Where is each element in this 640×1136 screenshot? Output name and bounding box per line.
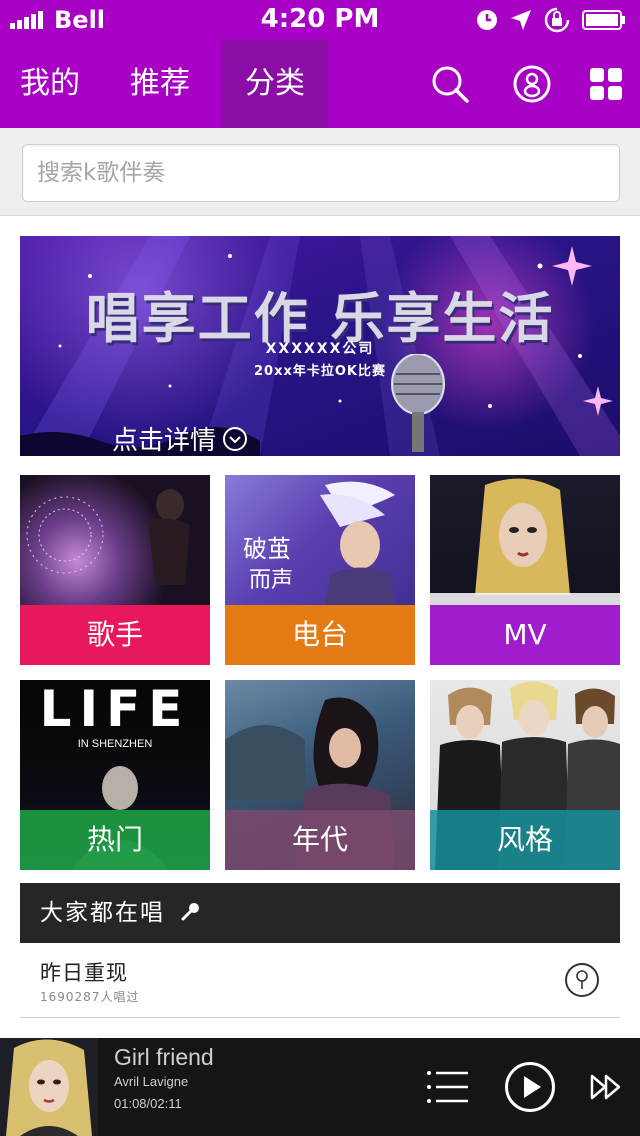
svg-text:破茧: 破茧: [243, 535, 291, 563]
microphone-icon: [181, 903, 200, 921]
playlist-icon[interactable]: [426, 1068, 470, 1106]
status-bar: Bell 4:20 PM: [0, 0, 640, 40]
top-navigation: 我的 推荐 分类: [0, 40, 640, 128]
category-style[interactable]: 风格: [430, 680, 620, 870]
promo-banner[interactable]: 唱享工作 乐享生活 XXXXXX公司 20xx年卡拉OK比赛 点击详情: [20, 236, 620, 456]
category-era[interactable]: 年代: [225, 680, 415, 870]
chevron-down-circle-icon: [223, 426, 248, 451]
banner-details-link[interactable]: 点击详情: [112, 420, 248, 456]
category-radio[interactable]: 破茧 而声 电台: [225, 475, 415, 665]
list-item[interactable]: 昨日重现 1690287人唱过: [20, 943, 620, 1018]
mini-player: Girl friend Avril Lavigne 01:08/02:11: [0, 1038, 640, 1136]
song-sing-count: 1690287人唱过: [40, 990, 140, 1004]
category-radio-label: 电台: [225, 605, 415, 665]
grid-menu-icon[interactable]: [588, 66, 624, 102]
search-icon[interactable]: [430, 64, 470, 104]
search-input[interactable]: 搜索k歌伴奏: [22, 144, 620, 202]
tab-recommend[interactable]: 推荐: [108, 40, 212, 128]
play-icon: [524, 1076, 541, 1098]
album-art[interactable]: [0, 1038, 98, 1136]
category-mv[interactable]: MV: [430, 475, 620, 665]
popular-section-header: 大家都在唱: [20, 883, 620, 943]
player-track-title: Girl friend: [114, 1044, 214, 1070]
banner-company: XXXXXX公司: [265, 341, 375, 357]
tab-category[interactable]: 分类: [222, 40, 328, 128]
profile-icon[interactable]: [512, 64, 552, 104]
search-area: 搜索k歌伴奏: [0, 128, 640, 216]
category-singer[interactable]: 歌手: [20, 475, 210, 665]
popular-section-title: 大家都在唱: [40, 900, 165, 926]
next-track-icon[interactable]: [590, 1072, 622, 1102]
category-style-label: 风格: [430, 810, 620, 870]
svg-text:而声: 而声: [249, 568, 293, 593]
category-hot-label: 热门: [20, 810, 210, 870]
category-mv-label: MV: [430, 605, 620, 665]
location-arrow-icon: [511, 10, 531, 30]
battery-icon: [582, 10, 625, 30]
microphone-icon: [576, 970, 588, 989]
player-artist: Avril Lavigne: [114, 1074, 189, 1089]
song-title: 昨日重现: [40, 961, 128, 985]
player-time: 01:08/02:11: [114, 1096, 182, 1111]
category-singer-label: 歌手: [20, 605, 210, 665]
alarm-icon: [477, 10, 497, 30]
category-era-label: 年代: [225, 810, 415, 870]
play-button[interactable]: [505, 1062, 555, 1112]
sing-button[interactable]: [565, 963, 599, 997]
status-icons: [476, 7, 626, 33]
tab-mine[interactable]: 我的: [0, 40, 100, 128]
rotation-lock-icon: [544, 7, 570, 33]
banner-event: 20xx年卡拉OK比赛: [254, 364, 386, 379]
banner-cta-label: 点击详情: [112, 426, 217, 456]
category-hot[interactable]: LIFE IN SHENZHEN 热门: [20, 680, 210, 870]
